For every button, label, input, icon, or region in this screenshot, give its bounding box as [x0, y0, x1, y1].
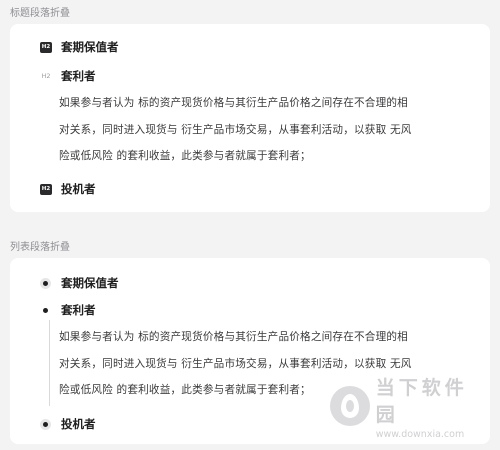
watermark-text: 当下软件园 www.downxia.com	[376, 373, 490, 440]
heading-item-hedger[interactable]: H2 套期保值者	[40, 39, 119, 55]
heading-text: 套利者	[61, 69, 96, 83]
paragraph-line: 如果参与者认为 标的资产现货价格与其衍生产品价格之间存在不合理的相	[59, 331, 408, 343]
expanded-bullet-icon[interactable]	[40, 305, 51, 316]
site-watermark: 当下软件园 www.downxia.com	[330, 377, 490, 440]
collapsed-bullet-icon[interactable]	[40, 277, 51, 289]
h2-expand-icon[interactable]: H2	[40, 72, 52, 80]
h2-collapse-icon[interactable]: H2	[40, 183, 52, 195]
paragraph-line: 险或低风险 的套利收益，此类参与者就属于套利者；	[59, 150, 311, 162]
collapsed-bullet-icon[interactable]	[40, 418, 51, 430]
heading-text: 投机者	[61, 182, 96, 196]
heading-item-arbitrageur[interactable]: H2 套利者	[40, 68, 96, 84]
heading-item-speculator[interactable]: H2 投机者	[40, 181, 96, 197]
paragraph-line: 如果参与者认为 标的资产现货价格与其衍生产品价格之间存在不合理的相	[59, 97, 408, 109]
paragraph-line: 对关系，同时进入现货与 衍生产品市场交易，从事套利活动，以获取 无风	[59, 123, 412, 136]
paragraph-line: 对关系，同时进入现货与 衍生产品市场交易，从事套利活动，以获取 无风	[59, 357, 412, 370]
h2-collapse-icon[interactable]: H2	[40, 41, 52, 53]
watermark-url: www.downxia.com	[375, 428, 465, 440]
list-item-speculator[interactable]: 投机者	[40, 416, 96, 432]
section-label-heading-fold: 标题段落折叠	[10, 8, 70, 19]
list-indent-guide	[49, 320, 50, 406]
watermark-title: 当下软件园	[375, 376, 468, 426]
list-item-text: 投机者	[61, 417, 96, 431]
section-label-list-fold: 列表段落折叠	[10, 242, 70, 253]
list-item-text: 套利者	[61, 303, 96, 317]
heading-text: 套期保值者	[61, 40, 119, 54]
list-item-arbitrageur[interactable]: 套利者	[40, 302, 96, 318]
watermark-logo-icon	[330, 386, 370, 426]
list-item-text: 套期保值者	[61, 276, 119, 290]
heading-fold-card: H2 套期保值者 H2 套利者 如果参与者认为 标的资产现货价格与其衍生产品价格…	[10, 24, 490, 212]
arbitrageur-paragraph: 如果参与者认为 标的资产现货价格与其衍生产品价格之间存在不合理的相 对关系，同时…	[59, 90, 412, 170]
list-item-hedger[interactable]: 套期保值者	[40, 275, 119, 291]
